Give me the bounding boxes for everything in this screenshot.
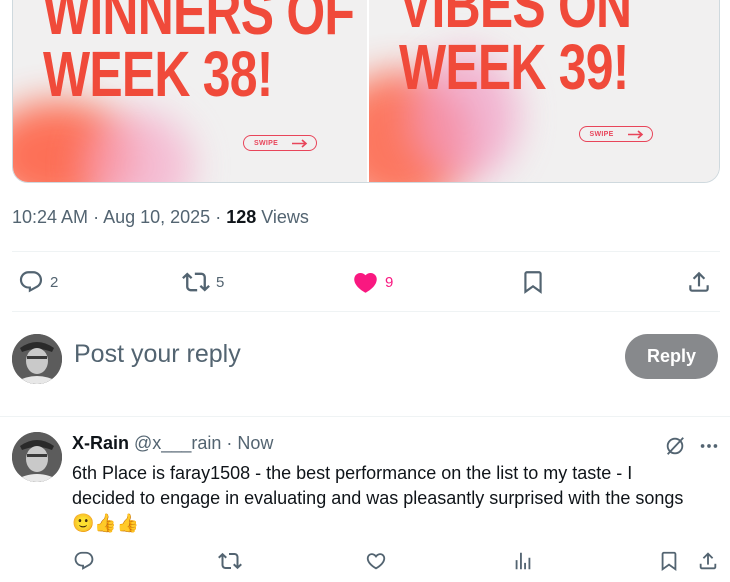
views-label: Views	[256, 207, 309, 227]
reply-like-button[interactable]	[358, 546, 394, 576]
avatar[interactable]	[12, 334, 62, 384]
like-count: 9	[385, 273, 394, 291]
swipe-label: SWIPE	[589, 130, 614, 138]
media-headline-right: VIBES ON WEEK 39!	[398, 0, 632, 103]
separator: ·	[221, 433, 238, 453]
divider	[12, 251, 720, 252]
grok-icon	[666, 437, 684, 455]
media-image-left[interactable]: WINNERS OF WEEK 38! SWIPE	[13, 0, 367, 182]
reply-input[interactable]: Post your reply	[74, 340, 241, 369]
reply-repost-button[interactable]	[212, 546, 248, 576]
media-image-right[interactable]: VIBES ON WEEK 39! SWIPE	[366, 0, 719, 182]
divider	[12, 311, 720, 312]
views-count: 128	[226, 207, 257, 227]
share-icon	[699, 552, 717, 570]
bookmark-icon	[524, 271, 542, 294]
reply-author-handle[interactable]: @x___rain	[134, 433, 221, 453]
like-button[interactable]: 9	[352, 262, 393, 302]
bookmark-button[interactable]	[520, 262, 546, 302]
repost-icon	[218, 552, 242, 570]
divider	[0, 416, 730, 417]
reply-header: X-Rain @x___rain · Now	[72, 433, 273, 454]
repost-count: 5	[216, 273, 225, 291]
separator: ·	[210, 207, 227, 227]
avatar-image	[12, 334, 62, 384]
reply-share-button[interactable]	[690, 546, 726, 576]
arrow-right-icon	[627, 130, 643, 139]
share-button[interactable]	[686, 262, 712, 302]
reply-author-name[interactable]: X-Rain	[72, 433, 129, 453]
tweet-actions: 2 5 9	[12, 262, 720, 302]
share-icon	[689, 271, 709, 292]
reply-text-content: 6th Place is faray1508 - the best perfor…	[72, 463, 684, 508]
repost-button[interactable]: 5	[182, 262, 224, 302]
reply-emojis: 🙂👍👍	[72, 513, 140, 533]
swipe-badge: SWIPE	[243, 135, 317, 151]
tweet-meta: 10:24 AM · Aug 10, 2025 · 128 Views	[12, 207, 309, 228]
headline-line: WEEK 39!	[398, 31, 629, 103]
headline-line: WINNERS OF	[43, 0, 355, 48]
tweet-time[interactable]: 10:24 AM	[12, 207, 88, 227]
swipe-label: SWIPE	[254, 139, 279, 147]
separator: ·	[88, 207, 104, 227]
avatar-image	[12, 432, 62, 482]
grok-button[interactable]	[662, 433, 688, 459]
tweet-media[interactable]: WINNERS OF WEEK 38! SWIPE VIBES ON WEEK …	[12, 0, 720, 183]
analytics-icon	[515, 552, 531, 570]
reply-text: 6th Place is faray1508 - the best perfor…	[72, 461, 692, 536]
media-headline-left: WINNERS OF WEEK 38!	[43, 0, 355, 110]
reply-icon	[74, 551, 94, 570]
reply-icon	[19, 271, 43, 293]
reply-analytics-button[interactable]	[505, 546, 541, 576]
reply-bookmark-button[interactable]	[651, 546, 687, 576]
reply-submit-button[interactable]: Reply	[625, 334, 718, 379]
headline-line: WEEK 38!	[43, 38, 273, 110]
reply-author-avatar[interactable]	[12, 432, 62, 482]
heart-filled-icon	[354, 272, 377, 293]
swipe-badge: SWIPE	[578, 126, 653, 142]
bookmark-icon	[661, 551, 677, 572]
tweet-date[interactable]: Aug 10, 2025	[103, 207, 210, 227]
repost-icon	[182, 272, 210, 292]
reply-actions	[60, 546, 730, 576]
reply-time[interactable]: Now	[237, 433, 273, 453]
more-options-button[interactable]	[696, 433, 722, 459]
reply-count: 2	[50, 273, 59, 291]
reply-button[interactable]: 2	[18, 262, 58, 302]
heart-outline-icon	[366, 553, 386, 570]
arrow-right-icon	[292, 139, 308, 148]
reply-reply-button[interactable]	[66, 546, 102, 576]
more-icon	[700, 444, 718, 448]
